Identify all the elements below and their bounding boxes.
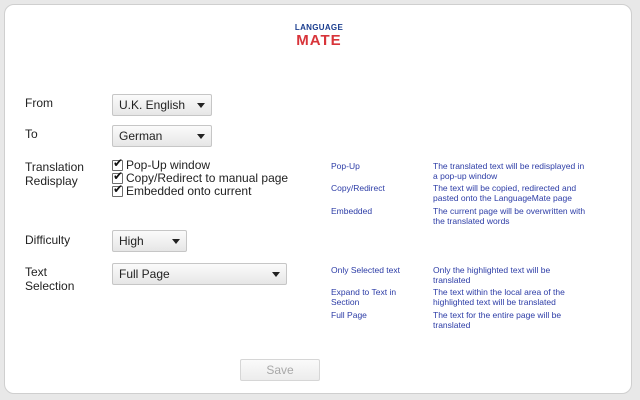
help-desc-line: the translated words (433, 216, 510, 226)
help-desc-full-page: The text for the entire page will be tra… (433, 310, 623, 330)
difficulty-select[interactable]: High (112, 230, 187, 252)
help-desc-line: a pop-up window (433, 171, 498, 181)
to-label: To (25, 127, 38, 141)
help-desc-line: Only the highlighted text will be (433, 265, 551, 275)
help-term-embedded: Embedded (331, 206, 373, 216)
help-desc-line: highlighted text will be translated (433, 297, 556, 307)
embedded-checkbox[interactable]: ✔ (112, 182, 123, 197)
help-desc-embedded: The current page will be overwritten wit… (433, 206, 623, 226)
help-desc-line: The text for the entire page will be (433, 310, 562, 320)
chevron-down-icon (172, 239, 180, 244)
help-desc-copy-redirect: The text will be copied, redirected and … (433, 183, 623, 203)
translation-redisplay-label: Translation Redisplay (25, 160, 84, 188)
difficulty-value: High (119, 234, 144, 248)
help-term-line: Section (331, 297, 360, 307)
checkmark-icon: ✔ (113, 156, 124, 170)
help-term-line: Expand to Text in (331, 287, 397, 297)
help-desc-popup: The translated text will be redisplayed … (433, 161, 623, 181)
from-label: From (25, 96, 53, 110)
help-term-copy-redirect: Copy/Redirect (331, 183, 385, 193)
checkmark-icon: ✔ (113, 169, 124, 183)
translation-label-line1: Translation (25, 160, 84, 174)
text-selection-select[interactable]: Full Page (112, 263, 287, 285)
language-mate-logo: LANGUAGE MATE (289, 24, 349, 52)
help-desc-expand-section: The text within the local area of the hi… (433, 287, 623, 307)
chevron-down-icon (197, 134, 205, 139)
help-desc-line: The current page will be overwritten wit… (433, 206, 586, 216)
text-selection-label: Text Selection (25, 265, 74, 293)
translation-label-line2: Redisplay (25, 174, 78, 188)
text-selection-label-line1: Text (25, 265, 48, 279)
chevron-down-icon (197, 103, 205, 108)
help-term-popup: Pop-Up (331, 161, 360, 171)
embedded-option[interactable]: ✔ Embedded onto current (112, 182, 252, 198)
help-desc-only-selected: Only the highlighted text will be transl… (433, 265, 623, 285)
help-term-line: Full Page (331, 310, 367, 320)
help-desc-line: The translated text will be redisplayed … (433, 161, 585, 171)
help-term-expand-section: Expand to Text in Section (331, 287, 396, 307)
save-button[interactable]: Save (240, 359, 320, 381)
help-desc-line: translated (433, 320, 471, 330)
chevron-down-icon (272, 272, 280, 277)
difficulty-label: Difficulty (25, 233, 71, 247)
checkmark-icon: ✔ (113, 182, 124, 196)
help-term-only-selected: Only Selected text (331, 265, 400, 275)
from-language-value: U.K. English (119, 98, 186, 112)
help-term-line: Only Selected text (331, 265, 400, 275)
text-selection-value: Full Page (119, 267, 170, 281)
help-desc-line: translated (433, 275, 471, 285)
help-desc-line: The text will be copied, redirected and (433, 183, 577, 193)
logo-top-text: LANGUAGE (294, 23, 344, 32)
help-desc-line: The text within the local area of the (433, 287, 565, 297)
text-selection-label-line2: Selection (25, 279, 75, 293)
embedded-label: Embedded onto current (126, 184, 252, 198)
help-desc-line: pasted onto the LanguageMate page (433, 193, 572, 203)
to-language-select[interactable]: German (112, 125, 212, 147)
help-term-full-page: Full Page (331, 310, 367, 320)
to-language-value: German (119, 129, 163, 143)
logo-bottom-text: MATE (296, 32, 342, 49)
from-language-select[interactable]: U.K. English (112, 94, 212, 116)
